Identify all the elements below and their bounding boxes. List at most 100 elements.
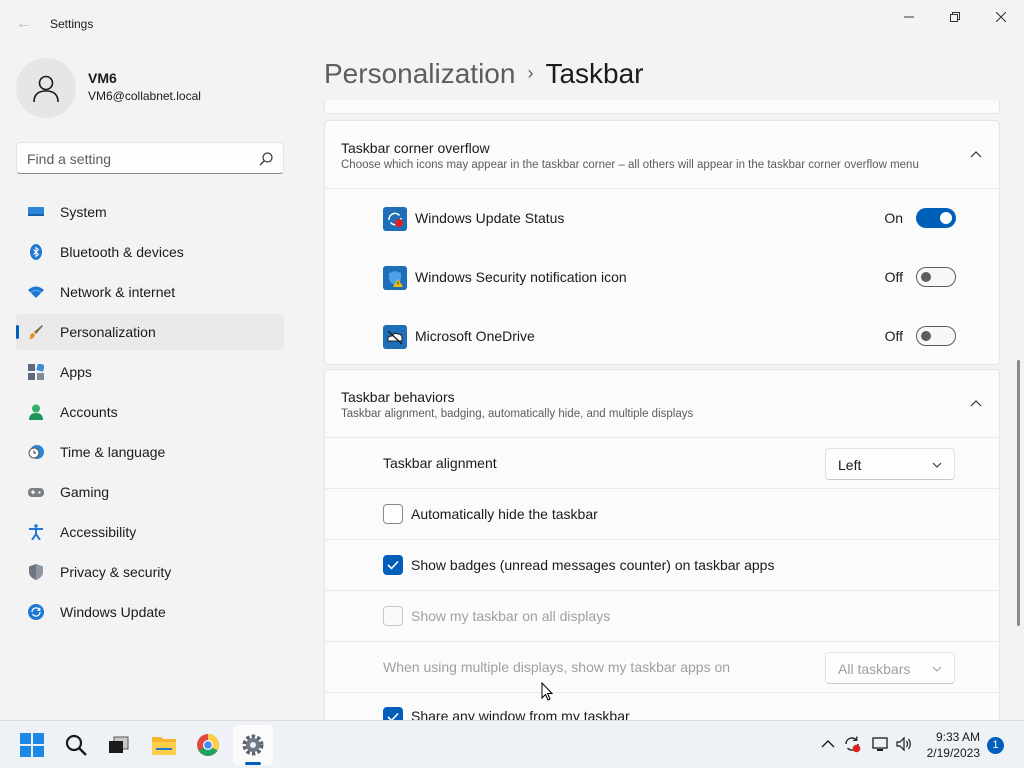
accounts-icon <box>29 404 43 420</box>
sidebar-item-accessibility[interactable]: Accessibility <box>16 514 284 550</box>
restore-icon <box>950 12 960 22</box>
breadcrumb-parent[interactable]: Personalization <box>324 58 515 89</box>
previous-card <box>324 100 1000 114</box>
settings-taskbar-button[interactable] <box>233 725 273 765</box>
avatar[interactable] <box>16 58 76 118</box>
user-email: VM6@collabnet.local <box>88 89 201 103</box>
toggle-state: Off <box>884 269 903 285</box>
windows-security-icon <box>383 266 407 290</box>
folder-icon <box>152 737 176 755</box>
close-button[interactable] <box>978 6 1024 28</box>
minimize-button[interactable] <box>886 6 932 28</box>
task-view-button[interactable] <box>99 725 139 765</box>
alignment-row: Taskbar alignment Left <box>325 438 999 489</box>
scrollbar-thumb[interactable] <box>1017 360 1020 626</box>
sidebar-item-label: Bluetooth & devices <box>60 244 184 260</box>
search-input[interactable]: Find a setting <box>16 142 284 174</box>
sidebar-item-label: System <box>60 204 107 220</box>
taskbar: 9:33 AM 2/19/2023 1 <box>0 720 1024 768</box>
checkbox-label[interactable]: Share any window from my taskbar <box>411 708 630 720</box>
sidebar-item-apps[interactable]: Apps <box>16 354 284 390</box>
windows-update-status-icon <box>383 207 407 231</box>
onedrive-toggle[interactable] <box>916 326 956 346</box>
sidebar-item-label: Windows Update <box>60 604 166 620</box>
gaming-icon <box>28 488 44 497</box>
chrome-button[interactable] <box>188 725 228 765</box>
chevron-up-icon[interactable] <box>819 735 837 753</box>
all-displays-row: Show my taskbar on all displays <box>325 591 999 642</box>
clock-date[interactable]: 2/19/2023 <box>927 746 980 760</box>
row-label: Microsoft OneDrive <box>415 328 535 344</box>
sidebar-item-accounts[interactable]: Accounts <box>16 394 284 430</box>
mouse-cursor-icon <box>541 682 554 701</box>
user-profile[interactable]: VM6 VM6@collabnet.local <box>16 58 296 118</box>
volume-icon[interactable] <box>895 735 913 753</box>
sidebar-item-gaming[interactable]: Gaming <box>16 474 284 510</box>
chevron-down-icon <box>932 666 942 672</box>
accessibility-icon <box>29 524 43 540</box>
settings-content[interactable]: Taskbar corner overflow Choose which ico… <box>324 100 1000 720</box>
back-button[interactable]: ← <box>14 14 34 34</box>
card-title: Taskbar corner overflow <box>341 140 490 156</box>
multi-display-label: When using multiple displays, show my ta… <box>383 659 731 675</box>
windows-update-icon <box>28 604 44 620</box>
sidebar-item-system[interactable]: System <box>16 194 284 230</box>
corner-item-row: Windows Update Status On <box>325 189 999 247</box>
sidebar-item-windows-update[interactable]: Windows Update <box>16 594 284 630</box>
sidebar-item-label: Personalization <box>60 324 156 340</box>
page-title: Taskbar <box>545 58 644 89</box>
dropdown-value: Left <box>838 457 862 473</box>
alignment-label: Taskbar alignment <box>383 455 497 471</box>
checkbox-label[interactable]: Show badges (unread messages counter) on… <box>411 557 774 573</box>
row-label: Windows Security notification icon <box>415 269 627 285</box>
breadcrumb: Personalization › Taskbar <box>324 58 644 90</box>
sidebar-item-network[interactable]: Network & internet <box>16 274 284 310</box>
active-app-indicator <box>245 762 261 765</box>
checkbox-label: Show my taskbar on all displays <box>411 608 611 624</box>
auto-hide-checkbox[interactable] <box>383 504 403 524</box>
taskbar-behaviors-header[interactable]: Taskbar behaviors Taskbar alignment, bad… <box>325 370 999 438</box>
sidebar-item-time-language[interactable]: Time & language <box>16 434 284 470</box>
checkbox-label[interactable]: Automatically hide the taskbar <box>411 506 598 522</box>
taskbar-behaviors-card: Taskbar behaviors Taskbar alignment, bad… <box>324 369 1000 720</box>
clock-time[interactable]: 9:33 AM <box>936 730 980 744</box>
multi-display-dropdown[interactable]: All taskbars <box>825 652 955 684</box>
restore-button[interactable] <box>932 6 978 28</box>
shield-icon <box>29 564 43 580</box>
badges-checkbox[interactable] <box>383 555 403 575</box>
windows-update-status-toggle[interactable] <box>916 208 956 228</box>
search-placeholder: Find a setting <box>27 151 112 167</box>
windows-update-status-icon[interactable] <box>843 735 861 753</box>
all-displays-checkbox[interactable] <box>383 606 403 626</box>
alignment-dropdown[interactable]: Left <box>825 448 955 480</box>
start-button[interactable] <box>12 725 52 765</box>
search-taskbar-button[interactable] <box>56 725 96 765</box>
title-bar: ← Settings <box>0 0 1024 48</box>
search-icon[interactable] <box>258 151 274 167</box>
chevron-up-icon[interactable] <box>969 147 983 161</box>
share-window-checkbox[interactable] <box>383 707 403 720</box>
card-title: Taskbar behaviors <box>341 389 455 405</box>
minimize-icon <box>904 16 914 18</box>
network-icon[interactable] <box>871 735 889 753</box>
share-window-row: Share any window from my taskbar <box>325 693 999 720</box>
sidebar: VM6 VM6@collabnet.local Find a setting S… <box>0 48 300 720</box>
sidebar-item-personalization[interactable]: Personalization <box>16 314 284 350</box>
gear-icon <box>242 734 264 756</box>
breadcrumb-separator: › <box>527 63 534 83</box>
sidebar-item-bluetooth[interactable]: Bluetooth & devices <box>16 234 284 270</box>
toggle-state: Off <box>884 328 903 344</box>
sidebar-item-label: Gaming <box>60 484 110 500</box>
sidebar-item-label: Network & internet <box>60 284 176 300</box>
corner-overflow-header[interactable]: Taskbar corner overflow Choose which ico… <box>325 121 999 189</box>
time-language-icon <box>28 445 44 459</box>
toggle-state: On <box>884 210 903 226</box>
chevron-up-icon[interactable] <box>969 396 983 410</box>
user-name: VM6 <box>88 70 117 86</box>
sidebar-item-privacy-security[interactable]: Privacy & security <box>16 554 284 590</box>
windows-security-toggle[interactable] <box>916 267 956 287</box>
sidebar-nav: System Bluetooth & devices Network & int… <box>16 194 284 634</box>
sidebar-item-label: Time & language <box>60 444 166 460</box>
notification-badge[interactable]: 1 <box>987 737 1004 754</box>
file-explorer-button[interactable] <box>144 725 184 765</box>
